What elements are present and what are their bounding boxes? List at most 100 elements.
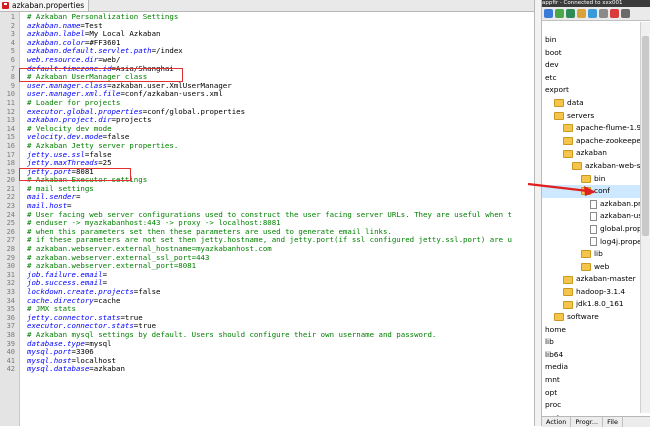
tree-node[interactable]: data bbox=[542, 97, 650, 110]
tree-node[interactable]: dev bbox=[542, 59, 650, 72]
tree-node[interactable]: hadoop-3.1.4 bbox=[542, 286, 650, 299]
directory-tree[interactable]: bin boot dev etc export data servers apache-flu… bbox=[542, 34, 650, 426]
property-value: conf/azkaban-users.xml bbox=[124, 89, 223, 99]
line-number: 8 bbox=[10, 73, 15, 82]
tree-node[interactable]: lib bbox=[542, 336, 650, 349]
line-number: 17 bbox=[6, 150, 15, 159]
line-number: 36 bbox=[6, 313, 15, 322]
new-file-icon[interactable] bbox=[599, 9, 608, 18]
tab-label: azkaban.properties bbox=[12, 1, 85, 10]
equals-sign: = bbox=[75, 192, 81, 202]
tree-node[interactable]: apache-zookeeper-3.7. bbox=[542, 135, 650, 148]
folder-icon bbox=[563, 288, 573, 297]
tree-node[interactable]: boot bbox=[542, 47, 650, 60]
explorer-toolbar bbox=[542, 7, 650, 21]
property-value: azkaban bbox=[93, 364, 125, 374]
line-number: 34 bbox=[6, 296, 15, 305]
up-folder-icon[interactable] bbox=[555, 9, 564, 18]
line-number: 32 bbox=[6, 279, 15, 288]
upload-icon[interactable] bbox=[577, 9, 586, 18]
tree-node[interactable]: media bbox=[542, 361, 650, 374]
line-number: 15 bbox=[6, 133, 15, 142]
property-value: conf/global.properties bbox=[147, 106, 246, 116]
tree-node-label: hadoop-3.1.4 bbox=[576, 286, 626, 296]
pane-divider[interactable] bbox=[534, 0, 542, 426]
delete-icon[interactable] bbox=[610, 9, 619, 18]
properties-icon[interactable] bbox=[621, 9, 630, 18]
tree-node-label: home bbox=[545, 324, 566, 334]
tree-node[interactable]: azkaban-web-serve bbox=[542, 160, 650, 173]
tree-node[interactable]: mnt bbox=[542, 374, 650, 387]
file-icon bbox=[590, 224, 597, 234]
tree-node[interactable]: azkaban.prop bbox=[542, 198, 650, 211]
line-number: 11 bbox=[6, 98, 15, 107]
code-text: mysql.database=azkaban bbox=[27, 365, 125, 374]
folder-icon bbox=[581, 262, 591, 271]
download-icon[interactable] bbox=[566, 9, 575, 18]
line-number: 40 bbox=[6, 348, 15, 357]
tree-node[interactable]: software bbox=[542, 311, 650, 324]
tree-node[interactable]: servers bbox=[542, 110, 650, 123]
line-number: 10 bbox=[6, 90, 15, 99]
tree-node-label: web bbox=[594, 261, 610, 271]
code-lines[interactable]: 1 # Azkaban Personalization Settings 2 azka… bbox=[0, 12, 534, 374]
tree-node-label: conf bbox=[594, 186, 610, 196]
tree-node-label: jdk1.8.0_161 bbox=[576, 299, 624, 309]
property-value: /index bbox=[156, 46, 183, 56]
tree-node[interactable]: opt bbox=[542, 387, 650, 400]
tree-node[interactable]: lib64 bbox=[542, 349, 650, 362]
code-line[interactable]: 42 mysql.database=azkaban bbox=[0, 365, 534, 374]
scrollbar-thumb[interactable] bbox=[642, 36, 649, 236]
tree-node-label: azkaban bbox=[576, 148, 607, 158]
file-icon bbox=[590, 199, 597, 209]
tree-node-label: azkaban-master bbox=[576, 274, 636, 284]
line-number: 39 bbox=[6, 339, 15, 348]
line-number: 29 bbox=[6, 253, 15, 262]
tree-node[interactable]: log4j.propert bbox=[542, 236, 650, 249]
line-number: 26 bbox=[6, 227, 15, 236]
tree-node[interactable]: global.prope bbox=[542, 223, 650, 236]
tab-azkaban-properties[interactable]: azkaban.properties bbox=[0, 0, 90, 11]
editor-tab-bar: azkaban.properties bbox=[0, 0, 534, 12]
tree-node[interactable]: export bbox=[542, 84, 650, 97]
line-number: 35 bbox=[6, 305, 15, 314]
tree-node-label: proc bbox=[545, 400, 562, 410]
tree-node[interactable]: bin bbox=[542, 34, 650, 47]
tree-node[interactable]: lib bbox=[542, 248, 650, 261]
file-icon bbox=[590, 212, 597, 222]
tree-node[interactable]: azkaban-master bbox=[542, 273, 650, 286]
tree-node[interactable]: bin bbox=[542, 173, 650, 186]
explorer-scrollbar[interactable] bbox=[640, 22, 650, 413]
tree-node-label: data bbox=[567, 97, 584, 107]
line-number: 12 bbox=[6, 107, 15, 116]
line-number: 19 bbox=[6, 167, 15, 176]
code-line[interactable]: 22 mail.sender= bbox=[0, 193, 534, 202]
line-number: 37 bbox=[6, 322, 15, 331]
folder-icon bbox=[563, 300, 573, 309]
tree-node[interactable]: azkaban bbox=[542, 147, 650, 160]
line-number: 7 bbox=[10, 64, 15, 73]
home-icon[interactable] bbox=[544, 9, 553, 18]
tree-node[interactable]: apache-flume-1.9.0-bin bbox=[542, 122, 650, 135]
line-number: 20 bbox=[6, 176, 15, 185]
tree-node[interactable]: conf bbox=[542, 185, 650, 198]
editor-pane[interactable]: azkaban.properties 1 # Azkaban Personaliz… bbox=[0, 0, 535, 426]
tree-node[interactable]: proc bbox=[542, 399, 650, 412]
line-number: 31 bbox=[6, 270, 15, 279]
tree-node-label: apache-zookeeper-3.7. bbox=[576, 135, 650, 145]
line-number: 38 bbox=[6, 330, 15, 339]
line-number: 4 bbox=[10, 38, 15, 47]
line-number: 18 bbox=[6, 159, 15, 168]
tree-node[interactable]: etc bbox=[542, 72, 650, 85]
line-number: 1 bbox=[10, 13, 15, 21]
line-number: 21 bbox=[6, 184, 15, 193]
line-number: 42 bbox=[6, 365, 15, 374]
tree-node[interactable]: home bbox=[542, 324, 650, 337]
tree-node[interactable]: azkaban-user bbox=[542, 210, 650, 223]
tree-node[interactable]: web bbox=[542, 261, 650, 274]
tree-node[interactable]: jdk1.8.0_161 bbox=[542, 298, 650, 311]
property-key: mysql.database bbox=[27, 364, 90, 374]
tree-node-label: media bbox=[545, 362, 569, 372]
code-line[interactable]: 34 cache.directory=cache bbox=[0, 296, 534, 306]
refresh-icon[interactable] bbox=[588, 9, 597, 18]
